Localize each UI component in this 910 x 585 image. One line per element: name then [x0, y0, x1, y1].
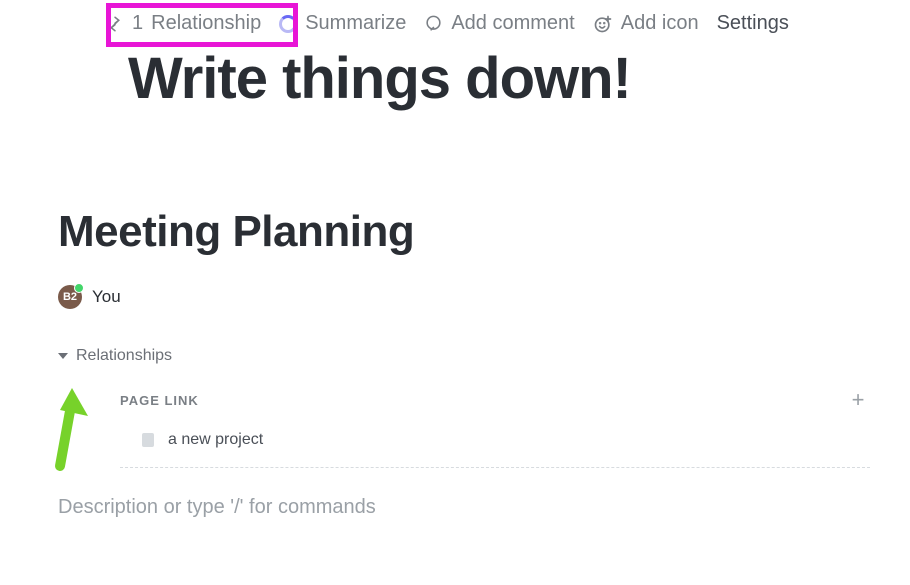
relationship-label: Relationship: [151, 12, 261, 35]
comment-icon: [424, 14, 443, 33]
add-pagelink-button[interactable]: +: [846, 387, 870, 413]
pagelink-header-label: PAGE LINK: [120, 393, 199, 408]
settings-button[interactable]: Settings: [717, 12, 789, 35]
emoji-plus-icon: [593, 14, 613, 34]
avatar[interactable]: B2: [58, 285, 82, 309]
author-name: You: [92, 287, 121, 307]
add-icon-label: Add icon: [621, 12, 699, 35]
pagelink-item-label: a new project: [168, 431, 263, 449]
add-comment-button[interactable]: Add comment: [424, 12, 574, 35]
pagelink-item[interactable]: a new project: [142, 431, 870, 449]
pagelink-block: PAGE LINK + a new project: [120, 387, 910, 449]
main-title: Write things down!: [128, 45, 910, 112]
add-comment-label: Add comment: [451, 12, 574, 35]
relationship-icon: [106, 15, 124, 33]
settings-label: Settings: [717, 12, 789, 35]
document-icon: [142, 433, 154, 447]
relationships-toggle[interactable]: Relationships: [58, 347, 910, 365]
summarize-label: Summarize: [305, 12, 406, 35]
summarize-icon: [279, 15, 297, 33]
relationship-button[interactable]: 1 Relationship: [106, 12, 261, 35]
page-body: Meeting Planning B2 You Relationships PA…: [58, 207, 910, 519]
summarize-button[interactable]: Summarize: [279, 12, 406, 35]
page-title[interactable]: Meeting Planning: [58, 207, 910, 257]
divider: [120, 467, 870, 468]
description-input[interactable]: Description or type '/' for commands: [58, 496, 910, 519]
relationship-count: 1: [132, 12, 143, 35]
author-row: B2 You: [58, 285, 910, 309]
caret-down-icon: [58, 353, 68, 359]
pagelink-header: PAGE LINK +: [120, 387, 870, 413]
relationships-label: Relationships: [76, 347, 172, 365]
page-toolbar: 1 Relationship Summarize Add comment Add…: [106, 0, 910, 35]
add-icon-button[interactable]: Add icon: [593, 12, 699, 35]
